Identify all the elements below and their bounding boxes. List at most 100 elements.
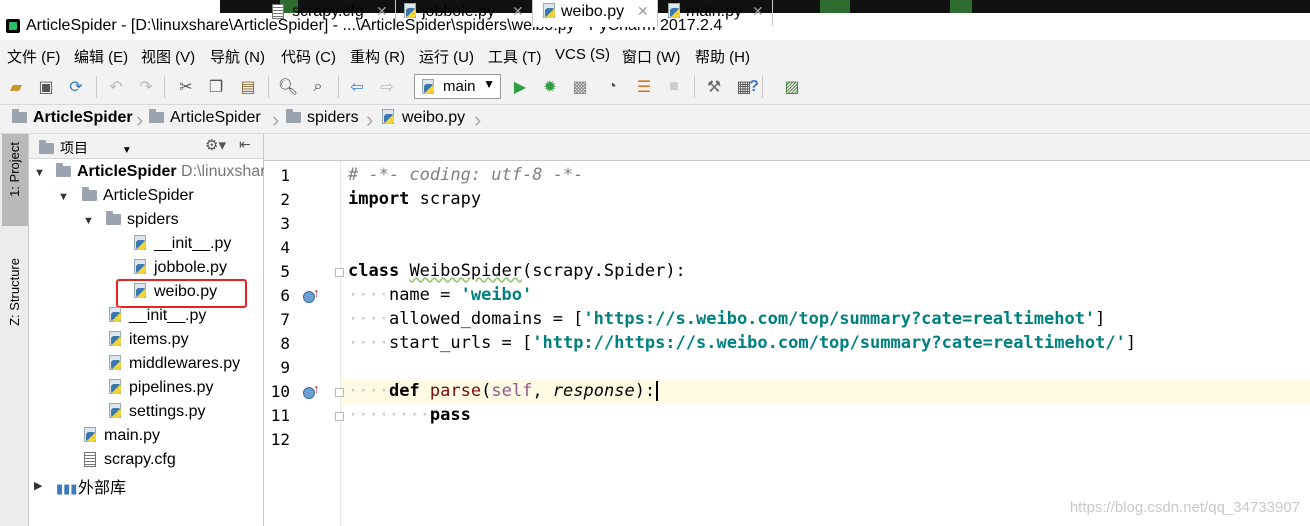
breadcrumb-root[interactable]: ArticleSpider [12, 109, 133, 127]
collapse-icon[interactable]: ⇤ [239, 136, 251, 153]
tab-weibo[interactable]: weibo.py ✕ [533, 0, 658, 27]
tab-main[interactable]: main.py ✕ [658, 0, 773, 26]
menu-refactor[interactable]: 重构 (R) [350, 46, 405, 67]
gear-icon[interactable]: ⚙▾ [205, 136, 226, 154]
debug-icon[interactable]: ✹ [540, 77, 560, 97]
vcs-icon[interactable]: ▨ [782, 77, 802, 97]
coverage-icon[interactable]: ▩ [570, 77, 590, 97]
project-panel-header: 项目 ▼ ⚙▾ ⇤ [29, 134, 263, 159]
side-tab-structure[interactable]: Z: Structure [2, 254, 28, 346]
fold-marker-icon[interactable] [335, 388, 344, 397]
menu-file[interactable]: 文件 (F) [7, 46, 60, 67]
tree-item-package[interactable]: ArticleSpider [82, 187, 194, 209]
tree-item-spiders[interactable]: spiders [106, 211, 179, 233]
tree-item-main[interactable]: main.py [82, 427, 160, 449]
python-file-icon [541, 3, 557, 19]
tree-item-jobbole[interactable]: jobbole.py [132, 259, 227, 281]
replace-icon[interactable]: ⌕ [308, 77, 328, 97]
settings-icon[interactable]: ⚒ [704, 77, 724, 97]
redo-icon[interactable]: ↷ [136, 77, 156, 97]
breadcrumb-package[interactable]: ArticleSpider [149, 109, 261, 127]
sync-icon[interactable]: ⟳ [66, 77, 86, 97]
line-number: 8 [280, 334, 290, 353]
forward-icon[interactable]: ⇨ [377, 77, 397, 97]
code-line-8: ····start_urls = ['http://https://s.weib… [348, 333, 1137, 353]
breadcrumb: ArticleSpider › ArticleSpider › spiders … [0, 105, 1310, 134]
menu-help[interactable]: 帮助 (H) [695, 46, 750, 67]
chevron-down-icon: ▼ [483, 77, 495, 91]
line-number: 10 [270, 382, 290, 401]
breadcrumb-file[interactable]: weibo.py [380, 109, 465, 127]
tab-scrapy-cfg[interactable]: scrapy.cfg ✕ [264, 0, 396, 26]
code-line-6: ····name = 'weibo' [348, 285, 533, 305]
close-icon[interactable]: ✕ [752, 3, 764, 20]
tree-item-external-libraries[interactable]: ▮▮▮外部库 [56, 474, 126, 497]
back-icon[interactable]: ⇦ [347, 77, 367, 97]
up-arrow-icon: ↑ [313, 381, 320, 396]
tab-jobbole[interactable]: jobbole.py ✕ [396, 0, 533, 26]
fold-marker-icon[interactable] [335, 268, 344, 277]
line-number: 4 [280, 238, 290, 257]
tree-item-items[interactable]: items.py [107, 331, 189, 353]
tree-item-scrapy-cfg[interactable]: scrapy.cfg [84, 451, 176, 473]
python-file-icon [107, 403, 123, 419]
chevron-down-icon[interactable]: ▼ [34, 167, 45, 179]
python-file-icon [402, 3, 418, 19]
folder-icon [106, 211, 121, 225]
menu-code[interactable]: 代码 (C) [281, 46, 336, 67]
close-icon[interactable]: ✕ [512, 3, 524, 20]
close-icon[interactable]: ✕ [637, 3, 649, 20]
run-config-label: main [443, 78, 476, 95]
folder-icon [39, 140, 54, 154]
tree-item-spiders-init[interactable]: __init__.py [132, 235, 231, 257]
open-folder-icon[interactable]: ▰ [6, 77, 26, 97]
run-icon[interactable]: ▶ [510, 77, 530, 97]
menu-view[interactable]: 视图 (V) [141, 46, 195, 67]
cut-icon[interactable]: ✂ [176, 77, 196, 97]
concurrency-icon[interactable]: ☰ [634, 77, 654, 97]
python-file-icon [82, 427, 98, 443]
menu-run[interactable]: 运行 (U) [419, 46, 474, 67]
code-line-1: # -*- coding: utf-8 -*- [348, 165, 584, 185]
python-file-icon [420, 79, 436, 95]
chevron-down-icon[interactable]: ▼ [58, 191, 69, 203]
tree-root[interactable]: ArticleSpider D:\linuxshare [56, 163, 274, 185]
run-config-dropdown[interactable]: main ▼ [414, 74, 501, 99]
folder-icon [286, 109, 301, 123]
menu-window[interactable]: 窗口 (W) [622, 46, 680, 67]
profile-icon[interactable]: ◔ [602, 77, 622, 97]
python-file-icon [666, 3, 682, 19]
line-number: 11 [270, 406, 290, 425]
menu-edit[interactable]: 编辑 (E) [74, 46, 128, 67]
undo-icon[interactable]: ↶ [106, 77, 126, 97]
side-tab-project[interactable]: 1: Project [2, 134, 28, 226]
menu-vcs[interactable]: VCS (S) [555, 46, 610, 63]
tree-item-package-init[interactable]: __init__.py [107, 307, 206, 329]
code-line-2: import scrapy [348, 189, 482, 209]
code-line-10: ····def parse(self, response): [348, 381, 659, 401]
find-icon[interactable]: 🔍︎ [278, 77, 298, 97]
python-file-icon [107, 379, 123, 395]
stop-icon[interactable]: ■ [664, 77, 684, 97]
tree-item-settings[interactable]: settings.py [107, 403, 205, 425]
folder-icon [149, 109, 164, 123]
python-file-icon [107, 331, 123, 347]
chevron-right-icon[interactable]: ▶ [34, 479, 42, 492]
chevron-down-icon[interactable]: ▼ [83, 215, 94, 227]
menu-tools[interactable]: 工具 (T) [488, 46, 541, 67]
python-file-icon [132, 235, 148, 251]
folder-icon [56, 163, 71, 177]
copy-icon[interactable]: ❐ [206, 77, 226, 97]
project-view-selector[interactable]: 项目 ▼ [39, 138, 132, 158]
menu-navigate[interactable]: 导航 (N) [210, 46, 265, 67]
python-file-icon [107, 355, 123, 371]
close-icon[interactable]: ✕ [376, 3, 388, 20]
help-icon[interactable]: ? [744, 77, 764, 97]
save-all-icon[interactable]: ▣ [36, 77, 56, 97]
tree-item-pipelines[interactable]: pipelines.py [107, 379, 214, 401]
breadcrumb-spiders[interactable]: spiders [286, 109, 359, 127]
code-line-5: class WeiboSpider(scrapy.Spider): [348, 261, 686, 281]
fold-marker-icon[interactable] [335, 412, 344, 421]
paste-icon[interactable]: ▤ [238, 77, 258, 97]
tree-item-middlewares[interactable]: middlewares.py [107, 355, 240, 377]
